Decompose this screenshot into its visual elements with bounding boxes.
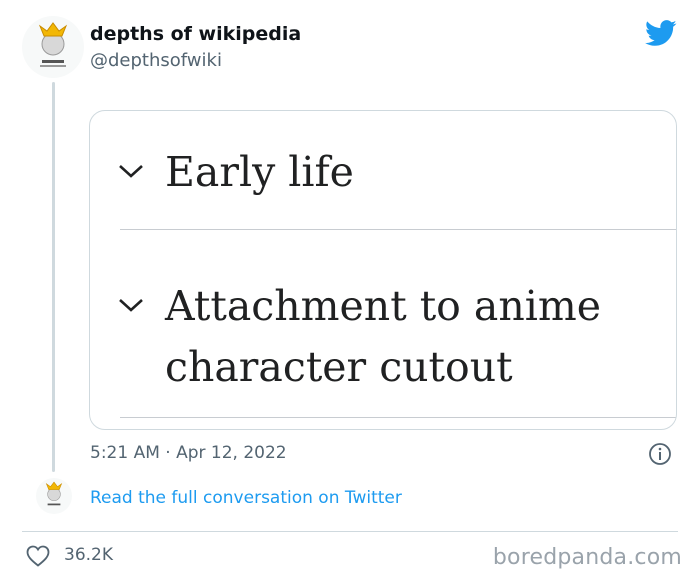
section-divider bbox=[120, 417, 676, 418]
display-name[interactable]: depths of wikipedia bbox=[90, 23, 301, 45]
info-icon[interactable] bbox=[648, 442, 672, 466]
section-title-line1: Attachment to anime bbox=[165, 282, 602, 330]
wikipedia-crown-icon bbox=[36, 478, 72, 514]
section-heading-attachment: Attachment to anime character cutout bbox=[118, 275, 658, 405]
divider bbox=[22, 531, 678, 532]
tweet-image[interactable]: Early life Attachment to anime character… bbox=[89, 110, 677, 430]
thread-line bbox=[52, 82, 55, 472]
boredpanda-watermark: boredpanda.com bbox=[492, 545, 682, 570]
avatar-small[interactable] bbox=[36, 478, 72, 514]
section-title-line2: character cutout bbox=[165, 343, 513, 391]
read-conversation-link[interactable]: Read the full conversation on Twitter bbox=[90, 488, 402, 508]
chevron-down-icon bbox=[119, 165, 143, 178]
wikipedia-crown-icon bbox=[23, 17, 83, 77]
user-handle[interactable]: @depthsofwiki bbox=[90, 50, 222, 71]
twitter-bird-icon[interactable] bbox=[645, 20, 677, 47]
like-count: 36.2K bbox=[64, 545, 113, 565]
heart-icon[interactable] bbox=[26, 545, 50, 567]
tweet-timestamp[interactable]: 5:21 AM · Apr 12, 2022 bbox=[90, 443, 287, 463]
section-title: Early life bbox=[165, 148, 354, 196]
section-divider bbox=[120, 229, 676, 230]
chevron-down-icon bbox=[119, 299, 143, 312]
avatar[interactable] bbox=[22, 16, 84, 78]
section-heading-early-life: Early life bbox=[118, 141, 658, 203]
